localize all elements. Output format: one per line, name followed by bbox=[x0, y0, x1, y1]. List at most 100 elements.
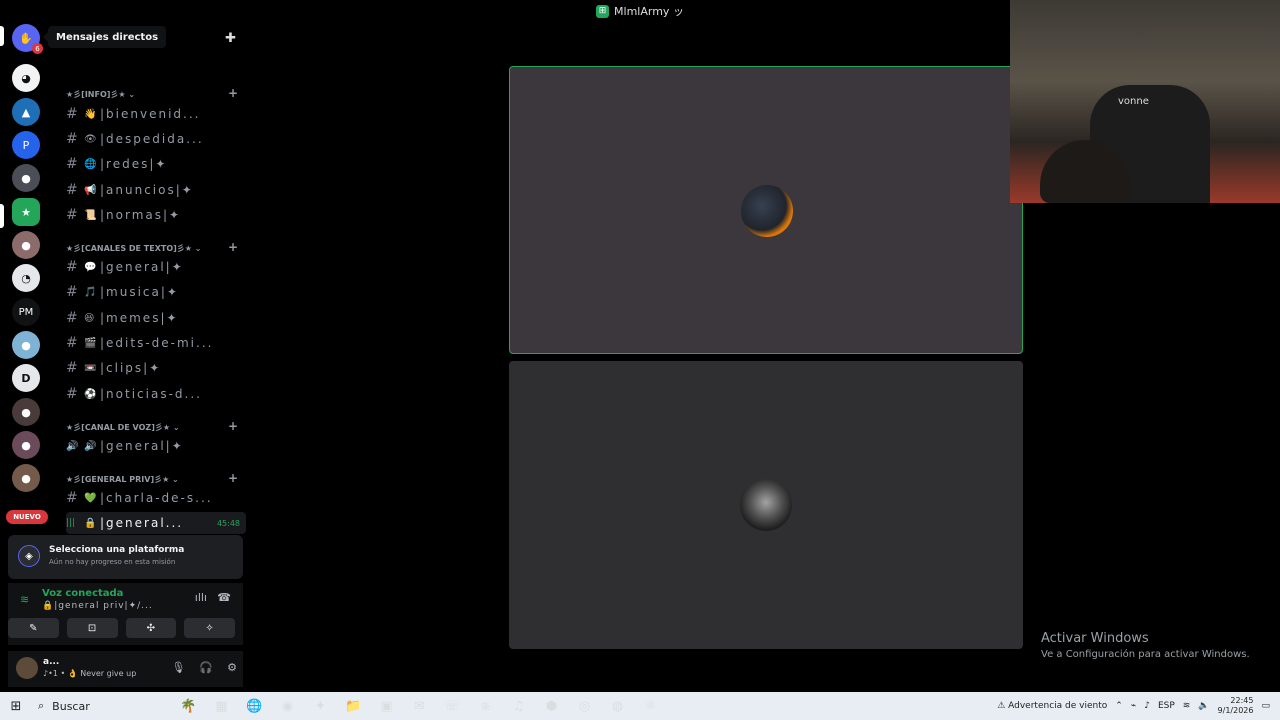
direct-messages-button[interactable]: ✋ 6 bbox=[12, 24, 43, 54]
taskbar-app-game[interactable]: 🌴 bbox=[172, 692, 205, 720]
channel-redes[interactable]: # 🌐 |redes|✦ bbox=[66, 153, 246, 175]
new-dm-icon[interactable]: ✚ bbox=[225, 31, 236, 46]
edge-icon: 🌐 bbox=[246, 698, 263, 714]
category-canal-de-voz[interactable]: ★彡[CANAL DE VOZ]彡★ ⌄ + bbox=[66, 419, 238, 433]
participant-tile[interactable] bbox=[509, 361, 1023, 649]
server-icon-10[interactable]: ● bbox=[12, 398, 40, 426]
add-channel-icon[interactable]: + bbox=[228, 240, 238, 254]
notifications-icon[interactable]: ▭ bbox=[1261, 701, 1270, 711]
channel-noticias[interactable]: # ⚽ |noticias-d... bbox=[66, 383, 246, 405]
new-badge[interactable]: NUEVO bbox=[6, 510, 48, 524]
server-icon-3[interactable]: P bbox=[12, 131, 40, 159]
language-indicator[interactable]: ESP bbox=[1158, 701, 1175, 711]
tooltip-direct-messages: Mensajes directos bbox=[42, 26, 167, 48]
server-glyph: ◕ bbox=[21, 71, 31, 85]
taskbar-app-copilot[interactable]: ✦ bbox=[304, 692, 337, 720]
quest-panel[interactable]: ◈ Selecciona una plataforma Aún no hay p… bbox=[8, 535, 243, 579]
taskbar-app-spotify[interactable]: ♫ bbox=[502, 692, 535, 720]
channel-musica[interactable]: # 🎵 |musica|✦ bbox=[66, 281, 246, 303]
server-icon-4[interactable]: ● bbox=[12, 164, 40, 192]
chevron-up-icon[interactable]: ⌃ bbox=[1115, 701, 1123, 711]
category-label: ★彡[INFO]彡★ ⌄ bbox=[66, 90, 136, 99]
server-icon-6[interactable]: ● bbox=[12, 231, 40, 259]
disconnect-icon[interactable]: ☎ bbox=[217, 591, 231, 604]
server-glyph: ● bbox=[21, 471, 31, 485]
taskbar-app-react[interactable]: ⚛ bbox=[634, 692, 667, 720]
category-canales-de-texto[interactable]: ★彡[CANALES DE TEXTO]彡★ ⌄ + bbox=[66, 240, 238, 254]
headphones-icon[interactable]: 🎧 bbox=[199, 661, 213, 674]
noise-suppression-icon[interactable]: ıllı bbox=[195, 591, 207, 604]
server-icon-1[interactable]: ◕ bbox=[12, 64, 40, 92]
share-screen-button[interactable]: ⊡ bbox=[66, 618, 118, 638]
username[interactable]: a... bbox=[43, 657, 59, 667]
network-icon[interactable]: ⌁ bbox=[1131, 701, 1136, 711]
server-icon-pm[interactable]: PM bbox=[12, 298, 40, 326]
quest-icon: ◈ bbox=[18, 545, 40, 567]
channel-label: |normas|✦ bbox=[100, 208, 182, 222]
channel-bienvenida[interactable]: # 👋 |bienvenid... bbox=[66, 103, 246, 125]
taskbar-app-edge[interactable]: 🌐 bbox=[238, 692, 271, 720]
channel-label: |charla-de-s... bbox=[100, 491, 213, 505]
settings-gear-icon[interactable]: ⚙ bbox=[227, 661, 237, 674]
channel-charla[interactable]: # 💚 |charla-de-s... bbox=[66, 487, 246, 509]
activation-title: Activar Windows bbox=[1041, 631, 1149, 646]
server-icon-2[interactable]: ▲ bbox=[12, 98, 40, 126]
taskbar-app-whatsapp[interactable]: ☏ bbox=[436, 692, 469, 720]
hash-icon: # bbox=[66, 106, 78, 122]
channel-clips[interactable]: # 📼 |clips|✦ bbox=[66, 357, 246, 379]
microphone-icon[interactable]: 🎙 bbox=[171, 661, 185, 674]
server-glyph: ★ bbox=[21, 205, 31, 219]
add-channel-icon[interactable]: + bbox=[228, 86, 238, 100]
taskbar-app-epic[interactable]: ⬢ bbox=[535, 692, 568, 720]
server-icon-9[interactable]: D bbox=[12, 364, 40, 392]
channel-normas[interactable]: # 📜 |normas|✦ bbox=[66, 204, 246, 226]
server-icon-5[interactable]: ★ bbox=[12, 198, 40, 226]
windows-start-icon[interactable]: ⊞ bbox=[0, 699, 32, 714]
taskbar-search[interactable]: ⌕ Buscar bbox=[32, 694, 172, 718]
add-channel-icon[interactable]: + bbox=[228, 471, 238, 485]
server-icon-12[interactable]: ● bbox=[12, 464, 40, 492]
category-info[interactable]: ★彡[INFO]彡★ ⌄ + bbox=[66, 86, 238, 100]
voice-channel-general-priv[interactable]: ||| 🔒 |general... 45:48 bbox=[66, 512, 246, 534]
channel-edits[interactable]: # 🎬 |edits-de-mi... bbox=[66, 332, 246, 354]
category-general-priv[interactable]: ★彡[GENERAL PRIV]彡★ ⌄ + bbox=[66, 471, 238, 485]
server-icon-7[interactable]: ◔ bbox=[12, 264, 40, 292]
signal-icon[interactable]: ≋ bbox=[20, 593, 29, 606]
avatar[interactable] bbox=[16, 657, 38, 679]
channel-general[interactable]: # 💬 |general|✦ bbox=[66, 256, 246, 278]
taskbar-app-steam[interactable]: ⎈ bbox=[469, 692, 502, 720]
wifi-icon[interactable]: ≋ bbox=[1183, 701, 1191, 711]
taskbar-app-discord[interactable]: ◍ bbox=[601, 692, 634, 720]
taskbar-app-outlook[interactable]: ✉ bbox=[403, 692, 436, 720]
voice-channel-name[interactable]: 🔒|general priv|✦/... bbox=[42, 601, 153, 611]
channel-memes[interactable]: # 😆 |memes|✦ bbox=[66, 307, 246, 329]
taskbar-app-chrome[interactable]: ◉ bbox=[271, 692, 304, 720]
taskbar-app-explorer[interactable]: 📁 bbox=[337, 692, 370, 720]
weather-warning[interactable]: ⚠ Advertencia de viento bbox=[997, 701, 1107, 711]
voice-channel-general[interactable]: 🔊 🔊 |general|✦ bbox=[66, 435, 246, 457]
server-icon-11[interactable]: ● bbox=[12, 431, 40, 459]
soundboard-button[interactable]: ✧ bbox=[184, 618, 235, 638]
activities-button[interactable]: ✣ bbox=[125, 618, 177, 638]
server-glyph: ● bbox=[21, 438, 31, 452]
clock-time: 22:45 bbox=[1230, 696, 1254, 705]
server-icon-8[interactable]: ● bbox=[12, 331, 40, 359]
server-glyph: ▲ bbox=[21, 105, 31, 119]
speaker-tray-icon[interactable]: 🔈 bbox=[1198, 701, 1209, 711]
taskbar-app-taskview[interactable]: ▦ bbox=[205, 692, 238, 720]
taskbar-app-obs[interactable]: ◎ bbox=[568, 692, 601, 720]
clock[interactable]: 22:45 9/1/2026 bbox=[1218, 696, 1254, 716]
task-view-icon: ▦ bbox=[215, 698, 228, 714]
add-channel-icon[interactable]: + bbox=[228, 419, 238, 433]
category-label: ★彡[GENERAL PRIV]彡★ ⌄ bbox=[66, 475, 179, 484]
channel-despedida[interactable]: # 👁 |despedida... bbox=[66, 128, 246, 150]
atom-icon: ⚛ bbox=[644, 698, 657, 714]
camera-button[interactable]: ✎ bbox=[8, 618, 59, 638]
volume-icon[interactable]: ♪ bbox=[1144, 701, 1150, 711]
copilot-icon: ✦ bbox=[315, 698, 326, 714]
speech-icon: 💬 bbox=[84, 261, 97, 273]
server-glyph: D bbox=[21, 371, 31, 385]
taskbar-app-store[interactable]: ▣ bbox=[370, 692, 403, 720]
participant-tile-speaking[interactable] bbox=[509, 66, 1023, 354]
channel-anuncios[interactable]: # 📢 |anuncios|✦ bbox=[66, 179, 246, 201]
